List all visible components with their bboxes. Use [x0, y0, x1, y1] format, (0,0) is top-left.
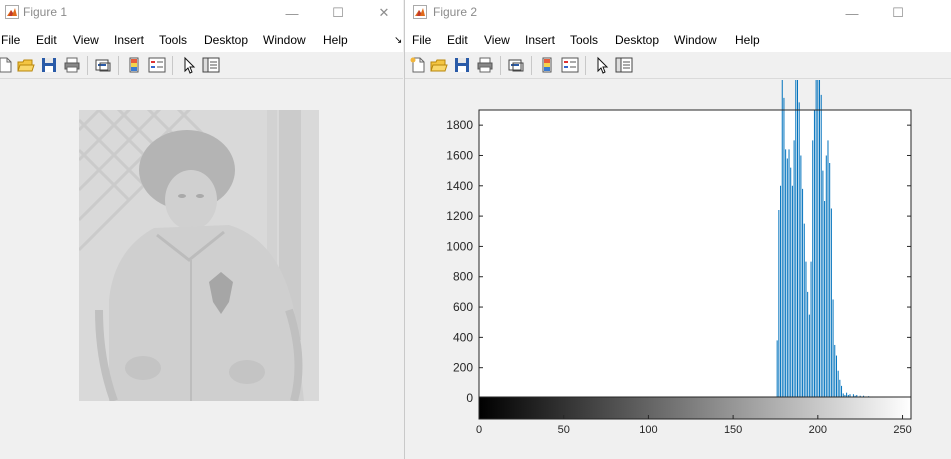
minimize-button[interactable]: —: [269, 0, 315, 26]
menu-insert[interactable]: Insert: [114, 33, 144, 47]
menu-edit[interactable]: Edit: [36, 33, 57, 47]
x-tick-label: 100: [639, 424, 657, 436]
menu-tools[interactable]: Tools: [159, 33, 187, 47]
maximize-icon: ☐: [332, 5, 344, 20]
axes-background: [479, 110, 911, 398]
print-icon[interactable]: [63, 56, 81, 74]
menu-window[interactable]: Window: [263, 33, 306, 47]
y-tick-label: 200: [453, 361, 473, 375]
dock-arrow-icon[interactable]: ↘: [394, 35, 402, 46]
maximize-button[interactable]: ☐: [315, 0, 361, 26]
toolbar-separator: [87, 56, 88, 75]
y-tick-label: 0: [466, 391, 473, 405]
insert-legend-icon[interactable]: [148, 56, 166, 74]
toolbar-separator: [118, 56, 119, 75]
face: [165, 170, 217, 230]
toolbar-separator: [172, 56, 173, 75]
link-plot-icon[interactable]: [94, 56, 112, 74]
close-icon: ✕: [378, 5, 390, 20]
grayscale-photo: [79, 110, 319, 401]
y-tick-label: 1200: [446, 209, 473, 223]
y-tick-label: 1000: [446, 239, 473, 253]
open-file-icon[interactable]: [17, 56, 35, 74]
x-tick-label: 200: [809, 424, 827, 436]
menu-file[interactable]: File: [1, 33, 20, 47]
figure-2-window: Figure 2 — ☐ File Edit View Insert Tools…: [404, 0, 951, 459]
figure-1-titlebar[interactable]: Figure 1 — ☐ ✕: [0, 0, 403, 26]
menu-help[interactable]: Help: [323, 33, 348, 47]
matlab-icon: [5, 5, 19, 19]
new-figure-icon[interactable]: [0, 56, 14, 74]
insert-colorbar-icon[interactable]: [125, 56, 143, 74]
menu-view[interactable]: View: [73, 33, 99, 47]
save-icon[interactable]: [40, 56, 58, 74]
edit-plot-icon[interactable]: [180, 56, 198, 74]
figure-1-toolbar: [0, 52, 403, 79]
y-tick-label: 400: [453, 330, 473, 344]
figure-1-menubar: File Edit View Insert Tools Desktop Wind…: [0, 26, 403, 52]
grayscale-colorbar: [478, 396, 912, 420]
y-tick-label: 800: [453, 270, 473, 284]
x-tick-label: 150: [724, 424, 742, 436]
x-tick-label: 0: [476, 424, 482, 436]
property-inspector-icon[interactable]: [202, 56, 220, 74]
y-tick-label: 600: [453, 300, 473, 314]
menu-desktop[interactable]: Desktop: [204, 33, 248, 47]
y-tick-label: 1600: [446, 148, 473, 162]
close-button[interactable]: ✕: [361, 0, 403, 26]
histogram-chart: 0 200 400 600 800 1000 1200 1400 1600 1800 0 50 100…: [446, 80, 912, 436]
x-tick-label: 250: [893, 424, 911, 436]
figure-1-window: Figure 1 — ☐ ✕ File Edit View Insert Too…: [0, 0, 403, 459]
figure-1-title: Figure 1: [23, 5, 68, 19]
minimize-icon: —: [285, 5, 299, 21]
y-tick-label: 1400: [446, 179, 473, 193]
x-tick-label: 50: [558, 424, 570, 436]
y-tick-label: 1800: [446, 118, 473, 132]
